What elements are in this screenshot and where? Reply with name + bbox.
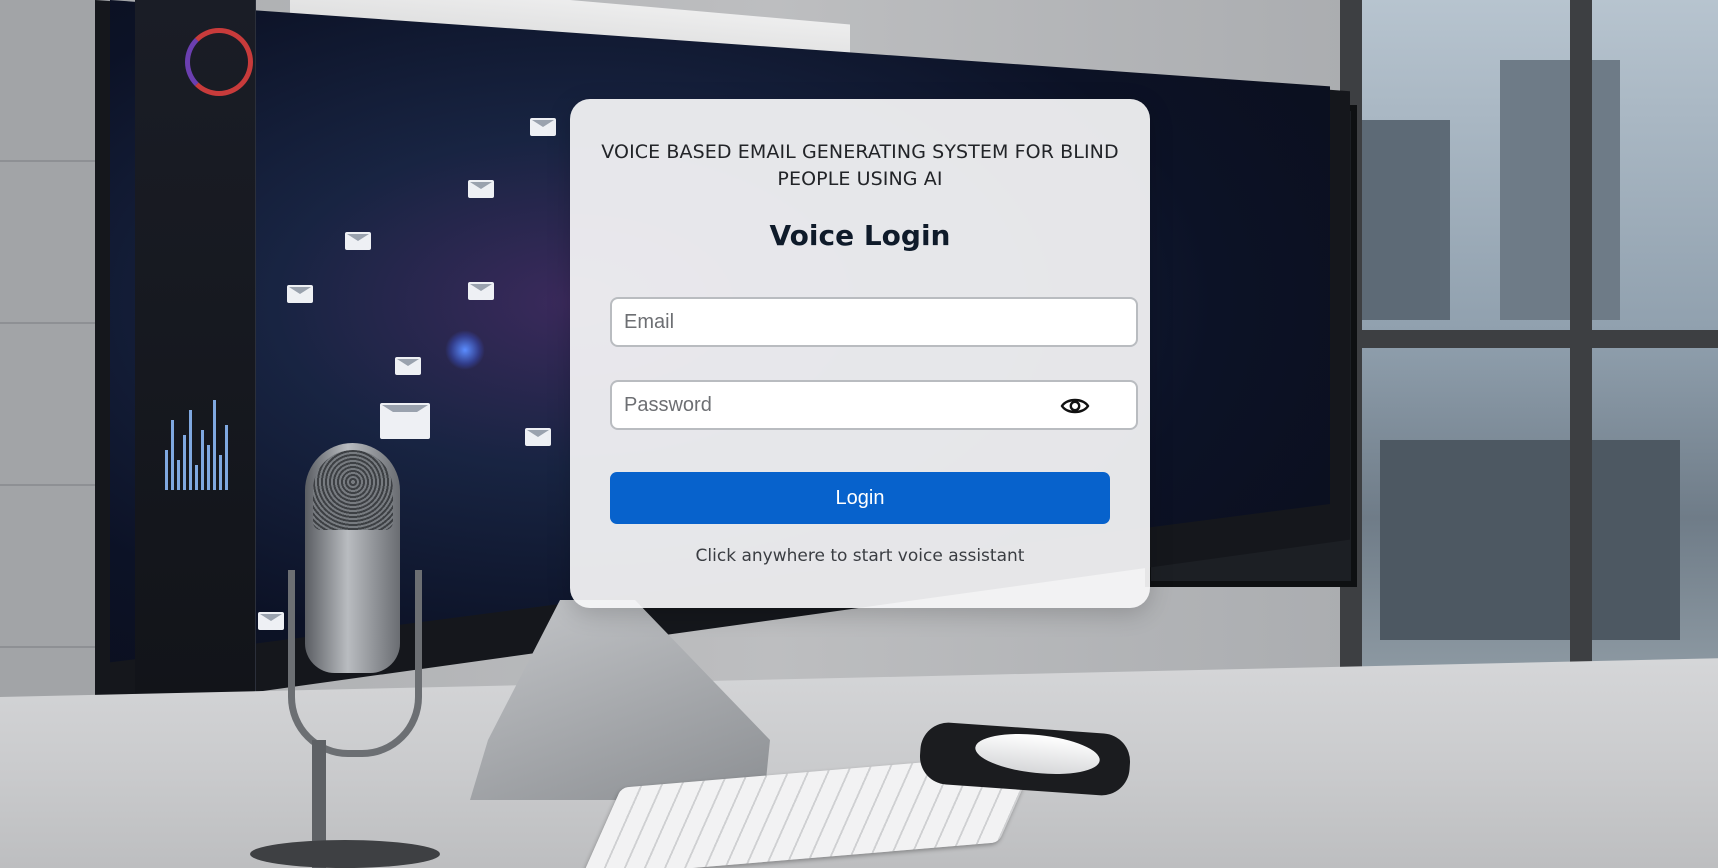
password-field-wrapper <box>610 380 1138 430</box>
login-button[interactable]: Login <box>610 472 1110 524</box>
window-frame <box>1570 0 1592 740</box>
envelope-icon <box>380 403 430 439</box>
window-frame <box>1340 330 1718 348</box>
background-bar-graph <box>165 400 250 490</box>
app-title: VOICE BASED EMAIL GENERATING SYSTEM FOR … <box>601 141 1119 190</box>
voice-assistant-hint: Click anywhere to start voice assistant <box>695 546 1025 566</box>
envelope-icon <box>525 428 551 446</box>
background-network-glow <box>445 330 485 370</box>
eye-icon[interactable] <box>1060 395 1090 417</box>
background-window <box>1340 0 1718 740</box>
login-card: VOICE BASED EMAIL GENERATING SYSTEM FOR … <box>570 99 1150 608</box>
page-title: Voice Login <box>769 219 951 252</box>
background-mic-base <box>250 840 440 868</box>
envelope-icon <box>287 285 313 303</box>
envelope-icon <box>395 357 421 375</box>
envelope-icon <box>258 612 284 630</box>
envelope-icon <box>468 282 494 300</box>
envelope-icon <box>468 180 494 198</box>
background-microphone-grille <box>313 450 393 530</box>
email-field-wrapper <box>610 297 1138 347</box>
envelope-icon <box>345 232 371 250</box>
password-field[interactable] <box>612 382 1136 428</box>
background-screen-sidebar <box>135 0 256 700</box>
background-gauge <box>185 28 253 96</box>
email-field[interactable] <box>612 299 1136 345</box>
envelope-icon <box>530 118 556 136</box>
